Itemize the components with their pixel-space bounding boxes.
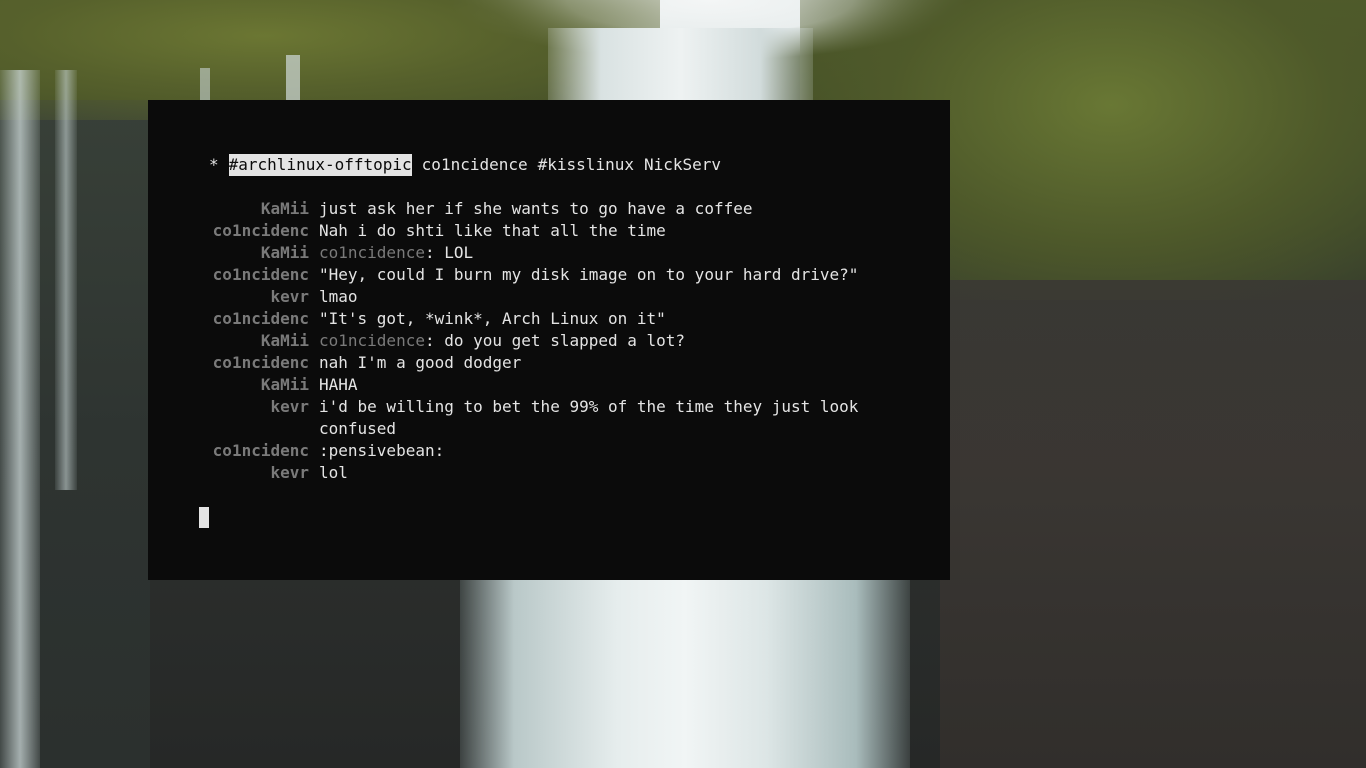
message-nick: co1ncidenc xyxy=(212,353,309,372)
chat-message: KaMii just ask her if she wants to go hav… xyxy=(209,198,909,220)
wallpaper-waterfall-top xyxy=(548,28,813,108)
input-cursor[interactable] xyxy=(199,507,209,528)
message-body: "Hey, could I burn my disk image on to y… xyxy=(319,264,889,286)
message-text: :pensivebean: xyxy=(319,441,445,460)
chat-message: co1ncidenc "Hey, could I burn my disk ima… xyxy=(209,264,909,286)
message-text: HAHA xyxy=(319,375,358,394)
channel-tab-nickserv[interactable]: NickServ xyxy=(644,154,721,176)
message-body: just ask her if she wants to go have a c… xyxy=(319,198,889,220)
message-text: "Hey, could I burn my disk image on to y… xyxy=(319,265,859,284)
message-text: : do you get slapped a lot? xyxy=(424,331,686,350)
message-mention: co1ncidence xyxy=(319,331,425,350)
message-body: lmao xyxy=(319,286,889,308)
message-nick: co1ncidenc xyxy=(212,441,309,460)
message-body: :pensivebean: xyxy=(319,440,889,462)
chat-message: co1ncidenc "It's got, *wink*, Arch Linux … xyxy=(209,308,909,330)
message-text: lol xyxy=(319,463,348,482)
chat-message: kevr i'd be willing to bet the 99% of the… xyxy=(209,396,909,440)
message-body: co1ncidence: do you get slapped a lot? xyxy=(319,330,889,352)
message-text: Nah i do shti like that all the time xyxy=(319,221,666,240)
message-text: lmao xyxy=(319,287,358,306)
message-text: just ask her if she wants to go have a c… xyxy=(319,199,753,218)
channel-tab-archlinux-offtopic[interactable]: #archlinux-offtopic xyxy=(228,154,412,176)
wallpaper-waterfall-bottom xyxy=(460,578,910,768)
wallpaper-waterfall-small xyxy=(286,55,300,105)
message-text: nah I'm a good dodger xyxy=(319,353,522,372)
chat-message: KaMii co1ncidence: do you get slapped a l… xyxy=(209,330,909,352)
channel-tab-kisslinux[interactable]: #kisslinux xyxy=(538,154,634,176)
chat-message: co1ncidenc nah I'm a good dodger xyxy=(209,352,909,374)
message-body: HAHA xyxy=(319,374,889,396)
message-body: "It's got, *wink*, Arch Linux on it" xyxy=(319,308,889,330)
channel-bar: * #archlinux-offtopic co1ncidence #kissl… xyxy=(209,154,731,176)
message-nick: KaMii xyxy=(260,331,309,350)
terminal-content: * #archlinux-offtopic co1ncidence #kissl… xyxy=(148,100,950,528)
wallpaper-waterfall-left xyxy=(0,70,40,768)
message-nick: KaMii xyxy=(260,375,309,394)
message-body: lol xyxy=(319,462,889,484)
channel-bar-marker: * xyxy=(209,155,219,174)
irc-terminal-window[interactable]: * #archlinux-offtopic co1ncidence #kissl… xyxy=(148,100,950,580)
message-body: Nah i do shti like that all the time xyxy=(319,220,889,242)
message-nick: co1ncidenc xyxy=(212,309,309,328)
message-body: i'd be willing to bet the 99% of the tim… xyxy=(319,396,889,440)
chat-message: kevr lol xyxy=(209,462,909,484)
message-nick: co1ncidenc xyxy=(212,265,309,284)
message-body: co1ncidence: LOL xyxy=(319,242,889,264)
message-nick: co1ncidenc xyxy=(212,221,309,240)
wallpaper-rock-right xyxy=(940,280,1366,768)
message-text: "It's got, *wink*, Arch Linux on it" xyxy=(319,309,666,328)
message-text: i'd be willing to bet the 99% of the tim… xyxy=(319,397,869,438)
message-text: : LOL xyxy=(424,243,474,262)
chat-message: kevr lmao xyxy=(209,286,909,308)
message-nick: kevr xyxy=(270,287,309,306)
message-mention: co1ncidence xyxy=(319,243,425,262)
wallpaper-waterfall-left-thin xyxy=(55,70,77,490)
chat-message: KaMii co1ncidence: LOL xyxy=(209,242,909,264)
wallpaper-waterfall-small-2 xyxy=(200,68,210,104)
chat-message: co1ncidenc :pensivebean: xyxy=(209,440,909,462)
message-nick: KaMii xyxy=(260,199,309,218)
message-nick: kevr xyxy=(270,397,309,416)
message-nick: KaMii xyxy=(260,243,309,262)
message-body: nah I'm a good dodger xyxy=(319,352,889,374)
message-list: KaMii just ask her if she wants to go hav… xyxy=(209,198,909,484)
chat-message: co1ncidenc Nah i do shti like that all th… xyxy=(209,220,909,242)
message-nick: kevr xyxy=(270,463,309,482)
channel-tab-co1ncidence[interactable]: co1ncidence xyxy=(422,154,528,176)
chat-message: KaMii HAHA xyxy=(209,374,909,396)
